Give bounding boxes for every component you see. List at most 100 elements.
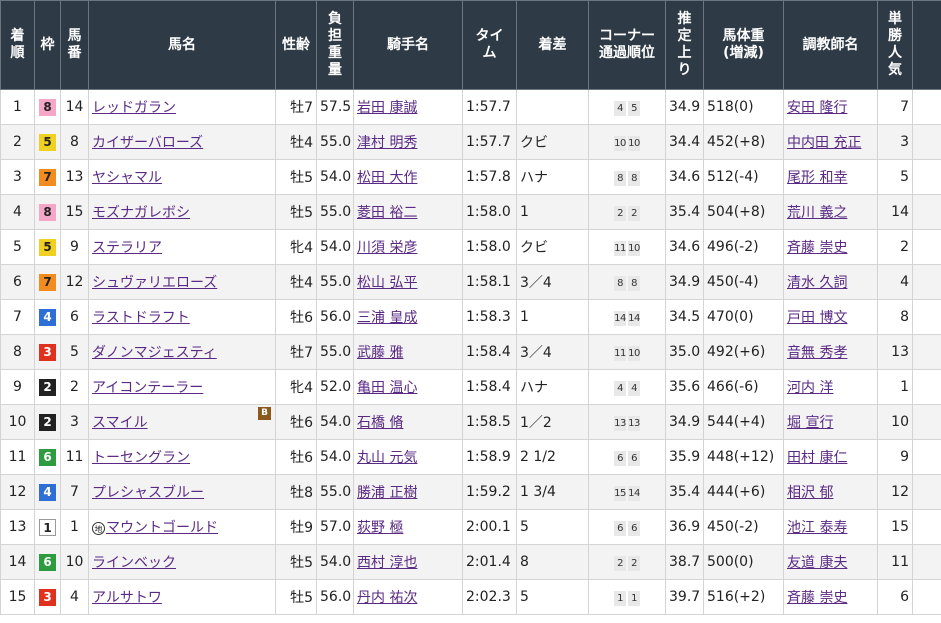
jockey-cell: 丸山 元気: [353, 439, 463, 475]
jockey-link[interactable]: 丸山 元気: [357, 450, 417, 466]
corner-position: 1: [614, 590, 626, 606]
horse-cell: ヤシャマル: [88, 159, 276, 195]
jockey-link[interactable]: 西村 淳也: [357, 555, 417, 571]
bodyweight-cell: 450(-4): [703, 264, 784, 300]
header-row: 着順 枠 馬番 馬名 性齢 負担重量 騎手名 タイム 着差 コーナー通過順位 推…: [0, 0, 941, 90]
jockey-link[interactable]: 松山 弘平: [357, 275, 417, 291]
waku-cell: 8: [34, 89, 61, 125]
horse-link[interactable]: スマイル: [92, 415, 148, 431]
corner-position: 8: [628, 275, 640, 291]
trainer-link[interactable]: 中内田 充正: [787, 135, 861, 151]
header-extra: [912, 0, 941, 90]
waku-badge: 4: [39, 483, 56, 501]
horse-link[interactable]: ヤシャマル: [92, 170, 162, 186]
bodyweight-cell: 512(-4): [703, 159, 784, 195]
corner-position: 10: [628, 240, 640, 256]
bodyweight-cell: 470(0): [703, 299, 784, 335]
popularity-cell: 9: [877, 439, 913, 475]
horse-link[interactable]: プレシャスブルー: [92, 485, 204, 501]
time-cell: 1:58.3: [462, 299, 517, 335]
waku-badge: 8: [39, 98, 56, 116]
umaban-cell: 1: [60, 509, 89, 545]
trainer-link[interactable]: 尾形 和幸: [787, 170, 847, 186]
horse-link[interactable]: アルサトワ: [92, 590, 162, 606]
trainer-link[interactable]: 斉藤 崇史: [787, 240, 847, 256]
horse-link[interactable]: レッドガラン: [92, 100, 176, 116]
last3f-cell: 34.4: [665, 124, 704, 160]
horse-link[interactable]: マウントゴールド: [106, 520, 218, 536]
trainer-link[interactable]: 友道 康夫: [787, 555, 847, 571]
corner-cell: 11 10: [588, 229, 666, 265]
extra-cell: [912, 299, 941, 335]
bodyweight-cell: 544(+4): [703, 404, 784, 440]
jockey-link[interactable]: 川須 栄彦: [357, 240, 417, 256]
waku-cell: 8: [34, 194, 61, 230]
corner-position: 6: [628, 450, 640, 466]
waku-cell: 6: [34, 544, 61, 580]
sexage-cell: 牡5: [275, 194, 317, 230]
jockey-link[interactable]: 武藤 雅: [357, 345, 403, 361]
horse-link[interactable]: モズナガレボシ: [92, 205, 190, 221]
jockey-link[interactable]: 亀田 温心: [357, 380, 417, 396]
extra-cell: [912, 194, 941, 230]
horse-link[interactable]: ステラリア: [92, 240, 162, 256]
trainer-link[interactable]: 河内 洋: [787, 380, 833, 396]
table-row: 2 5 8 カイザーバローズ 牡4 55.0 津村 明秀 1:57.7 クビ 10 10 34.4 45…: [0, 124, 941, 160]
weight-cell: 54.0: [316, 404, 354, 440]
header-weight: 負担重量: [316, 0, 354, 90]
horse-link[interactable]: カイザーバローズ: [92, 135, 203, 151]
jockey-link[interactable]: 岩田 康誠: [357, 100, 417, 116]
jockey-link[interactable]: 津村 明秀: [357, 135, 417, 151]
popularity-cell: 1: [877, 369, 913, 405]
sexage-cell: 牡9: [275, 509, 317, 545]
waku-badge: 3: [39, 588, 56, 606]
waku-badge: 7: [39, 273, 56, 291]
trainer-link[interactable]: 堀 宣行: [787, 415, 833, 431]
popularity-cell: 11: [877, 544, 913, 580]
weight-cell: 55.0: [316, 474, 354, 510]
corner-position: 1: [628, 590, 640, 606]
trainer-link[interactable]: 戸田 博文: [787, 310, 847, 326]
horse-link[interactable]: ダノンマジェスティ: [92, 345, 217, 361]
trainer-link[interactable]: 清水 久詞: [787, 275, 847, 291]
horse-link[interactable]: ラストドラフト: [92, 310, 190, 326]
umaban-cell: 15: [60, 194, 89, 230]
horse-link[interactable]: トーセングラン: [92, 450, 190, 466]
jockey-link[interactable]: 勝浦 正樹: [357, 485, 417, 501]
horse-link[interactable]: シュヴァリエローズ: [92, 275, 217, 291]
trainer-link[interactable]: 相沢 郁: [787, 485, 833, 501]
time-cell: 1:58.9: [462, 439, 517, 475]
trainer-link[interactable]: 荒川 義之: [787, 205, 847, 221]
time-cell: 2:02.3: [462, 579, 517, 615]
trainer-link[interactable]: 斉藤 崇史: [787, 590, 847, 606]
corner-cell: 88: [588, 264, 666, 300]
trainer-cell: 斉藤 崇史: [783, 229, 878, 265]
trainer-link[interactable]: 池江 泰寿: [787, 520, 847, 536]
umaban-cell: 13: [60, 159, 89, 195]
weight-cell: 54.0: [316, 544, 354, 580]
waku-cell: 4: [34, 474, 61, 510]
waku-cell: 6: [34, 439, 61, 475]
trainer-link[interactable]: 安田 隆行: [787, 100, 847, 116]
jockey-link[interactable]: 松田 大作: [357, 170, 417, 186]
bodyweight-cell: 516(+2): [703, 579, 784, 615]
waku-cell: 1: [34, 509, 61, 545]
corner-cell: 88: [588, 159, 666, 195]
jockey-link[interactable]: 三浦 皇成: [357, 310, 417, 326]
jockey-link[interactable]: 荻野 極: [357, 520, 403, 536]
corner-cell: 45: [588, 89, 666, 125]
horse-link[interactable]: ラインベック: [92, 555, 176, 571]
horse-link[interactable]: アイコンテーラー: [92, 380, 203, 396]
table-row: 14 6 10 ラインベック 牡5 54.0 西村 淳也 2:01.4 8 2 2 38.7 500(0…: [0, 544, 941, 580]
jockey-link[interactable]: 丹内 祐次: [357, 590, 417, 606]
jockey-cell: 松山 弘平: [353, 264, 463, 300]
bodyweight-cell: 452(+8): [703, 124, 784, 160]
trainer-link[interactable]: 音無 秀孝: [787, 345, 847, 361]
trainer-link[interactable]: 田村 康仁: [787, 450, 847, 466]
time-cell: 2:00.1: [462, 509, 517, 545]
jockey-cell: 菱田 裕二: [353, 194, 463, 230]
jockey-link[interactable]: 菱田 裕二: [357, 205, 417, 221]
jockey-link[interactable]: 石橋 脩: [357, 415, 403, 431]
waku-badge: 5: [39, 133, 56, 151]
time-cell: 1:58.0: [462, 194, 517, 230]
